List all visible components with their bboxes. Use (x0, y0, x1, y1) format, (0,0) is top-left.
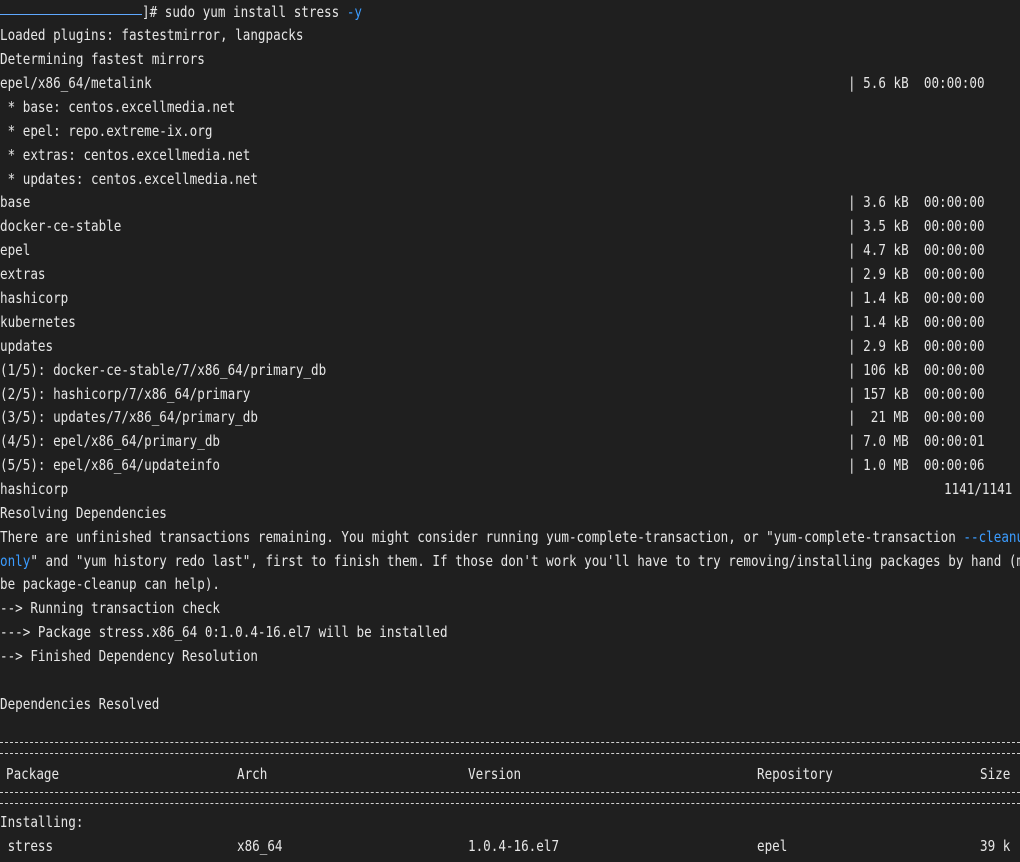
output-line: --> Running transaction check (0, 599, 221, 617)
transfer-stat: | 1.4 kB 00:00:00 (848, 313, 985, 331)
download-line: (1/5): docker-ce-stable/7/x86_64/primary… (0, 361, 327, 379)
output-line: Resolving Dependencies (0, 504, 167, 522)
header-arch: Arch (237, 765, 268, 783)
repo-line: epel/x86_64/metalink (0, 74, 152, 92)
header-package: Package (6, 765, 60, 783)
mirror-line: * updates: centos.excellmedia.net (0, 170, 258, 188)
repo-line: extras (0, 265, 46, 283)
prompt-suffix: ]# (142, 3, 165, 21)
cleanup-flag: --cleanup- (963, 528, 1020, 546)
transfer-stat: | 21 MB 00:00:00 (848, 408, 985, 426)
repo-line: kubernetes (0, 313, 76, 331)
transfer-stat: | 2.9 kB 00:00:00 (848, 265, 985, 283)
table-rule (0, 792, 1020, 804)
download-line: (2/5): hashicorp/7/x86_64/primary (0, 385, 251, 403)
row-repository: epel (757, 837, 788, 855)
mirror-line: * extras: centos.excellmedia.net (0, 146, 251, 164)
repo-line: updates (0, 337, 54, 355)
warning-text: There are unfinished transactions remain… (0, 528, 964, 546)
output-line: ---> Package stress.x86_64 0:1.0.4-16.el… (0, 623, 448, 641)
transfer-stat: | 4.7 kB 00:00:00 (848, 241, 985, 259)
repo-line: base (0, 193, 31, 211)
warning-line: There are unfinished transactions remain… (0, 525, 1020, 549)
command-text: sudo yum install stress (164, 3, 347, 21)
header-repository: Repository (757, 765, 833, 783)
header-version: Version (468, 765, 522, 783)
warning-line: be package-cleanup can help). (0, 575, 221, 593)
transfer-stat: | 3.5 kB 00:00:00 (848, 217, 985, 235)
terminal-window[interactable]: ]# sudo yum install stress -y Loaded plu… (0, 0, 1020, 862)
mirror-line: * epel: repo.extreme-ix.org (0, 122, 213, 140)
output-line: Installing: (0, 813, 84, 831)
download-line: (4/5): epel/x86_64/primary_db (0, 432, 221, 450)
download-line: (5/5): epel/x86_64/updateinfo (0, 456, 221, 474)
command-prompt: ]# sudo yum install stress -y (142, 0, 362, 24)
transfer-stat: | 157 kB 00:00:00 (848, 385, 985, 403)
warning-text: " and "yum history redo last", first to … (30, 552, 1020, 570)
output-line: Dependencies Resolved (0, 695, 160, 713)
table-rule (0, 742, 1020, 754)
row-arch: x86_64 (237, 837, 283, 855)
repo-line: docker-ce-stable (0, 217, 122, 235)
transfer-stat: | 3.6 kB 00:00:00 (848, 193, 985, 211)
row-package: stress (0, 837, 54, 855)
command-flag: -y (346, 3, 363, 21)
warning-line: only" and "yum history redo last", first… (0, 549, 1020, 573)
transfer-stat: | 7.0 MB 00:00:01 (848, 432, 985, 450)
redacted-hostname (0, 0, 142, 15)
transfer-stat: | 106 kB 00:00:00 (848, 361, 985, 379)
transfer-stat: | 1.4 kB 00:00:00 (848, 289, 985, 307)
transfer-stat: | 1.0 MB 00:00:06 (848, 456, 985, 474)
output-line: Loaded plugins: fastestmirror, langpacks (0, 26, 304, 44)
repo-line: hashicorp (0, 480, 69, 498)
row-version: 1.0.4-16.el7 (468, 837, 560, 855)
cleanup-flag-cont: only (0, 552, 31, 570)
download-line: (3/5): updates/7/x86_64/primary_db (0, 408, 258, 426)
progress-count: 1141/1141 (944, 480, 1013, 498)
transfer-stat: | 2.9 kB 00:00:00 (848, 337, 985, 355)
repo-line: hashicorp (0, 289, 69, 307)
transfer-stat: | 5.6 kB 00:00:00 (848, 74, 985, 92)
repo-line: epel (0, 241, 31, 259)
output-line: Determining fastest mirrors (0, 50, 205, 68)
output-line: --> Finished Dependency Resolution (0, 647, 258, 665)
header-size: Size (980, 765, 1011, 783)
mirror-line: * base: centos.excellmedia.net (0, 98, 236, 116)
row-size: 39 k (980, 837, 1011, 855)
